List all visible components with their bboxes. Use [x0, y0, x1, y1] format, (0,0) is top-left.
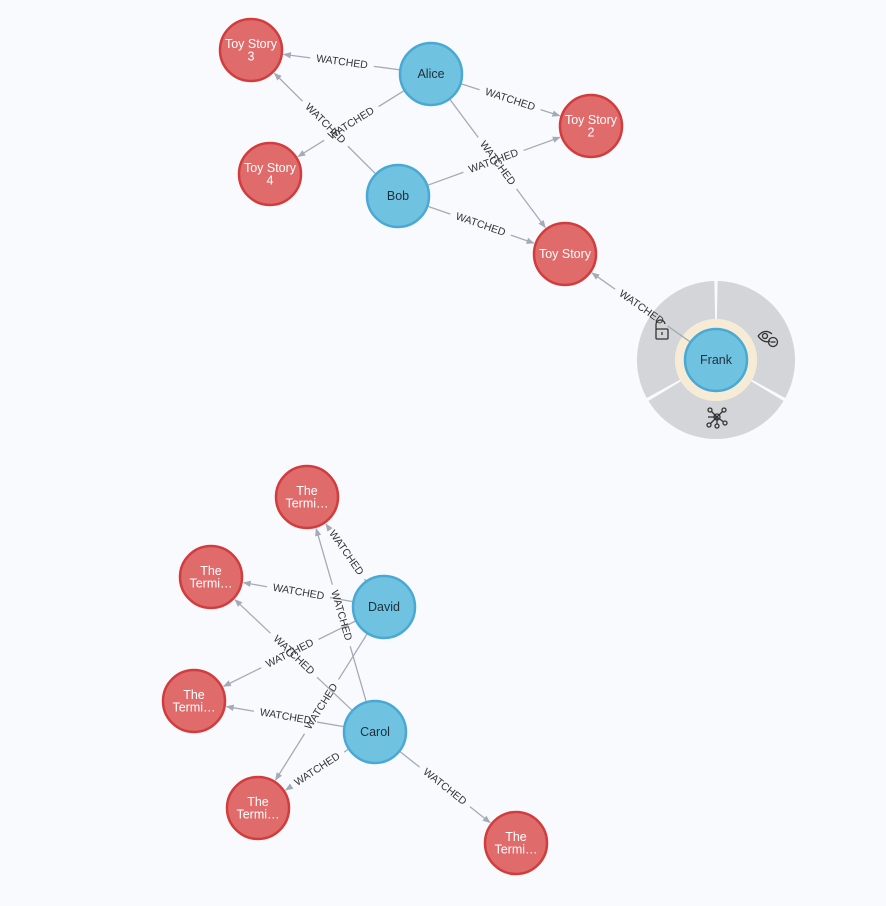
edge-label: WATCHED	[292, 750, 342, 789]
edge-line	[426, 171, 464, 187]
node-ts4[interactable]: Toy Story4	[237, 141, 303, 207]
node-t3[interactable]: TheTermi…	[161, 668, 227, 734]
edge-arrow	[515, 188, 546, 229]
edge-label: WATCHED	[421, 766, 470, 808]
edge-label: WATCHED	[328, 589, 354, 643]
edge-arrow	[510, 234, 535, 244]
node-ts3[interactable]: Toy Story3	[218, 17, 284, 83]
node-ts2[interactable]: Toy Story2	[558, 93, 624, 159]
edge-line	[378, 89, 406, 108]
edge-line	[427, 205, 451, 215]
node-david[interactable]: David	[351, 574, 417, 640]
node-frank[interactable]: Frank	[683, 327, 749, 393]
node-label: Termi…	[285, 496, 328, 510]
edge-arrow	[540, 108, 561, 117]
edge-alice-ts3[interactable]: WATCHED	[282, 52, 401, 72]
node-label: Toy Story	[539, 247, 592, 261]
edge-bob-ts1[interactable]: WATCHED	[427, 205, 535, 244]
edge-arrow	[282, 52, 311, 59]
edge-alice-ts2[interactable]: WATCHED	[460, 82, 561, 117]
edge-line	[347, 145, 377, 175]
edge-label: WATCHED	[272, 582, 326, 603]
node-label: 3	[248, 49, 255, 63]
node-label: David	[368, 600, 400, 614]
node-label: Termi…	[189, 576, 232, 590]
node-label: Termi…	[494, 842, 537, 856]
edge-label: WATCHED	[259, 706, 313, 727]
node-layer: AliceBobFrankDavidCarolToy Story3Toy Sto…	[161, 17, 749, 876]
node-label: 2	[588, 125, 595, 139]
edge-arrow	[591, 272, 616, 290]
node-label: 4	[267, 173, 274, 187]
node-t2[interactable]: TheTermi…	[178, 544, 244, 610]
edge-line	[316, 721, 345, 728]
edge-line	[349, 646, 368, 703]
node-ts1[interactable]: Toy Story	[532, 221, 598, 287]
node-carol[interactable]: Carol	[342, 699, 408, 765]
node-t4[interactable]: TheTermi…	[225, 775, 291, 841]
node-bob[interactable]: Bob	[365, 163, 431, 229]
edge-label: WATCHED	[315, 53, 368, 72]
edge-arrow	[273, 72, 303, 102]
node-label: Bob	[387, 189, 409, 203]
edge-david-t1[interactable]: WATCHED	[325, 523, 367, 582]
node-label: Alice	[417, 67, 444, 81]
node-label: Frank	[700, 353, 733, 367]
node-label: Carol	[360, 725, 390, 739]
edge-label: WATCHED	[454, 210, 507, 239]
edge-line	[398, 750, 420, 768]
edge-line	[460, 82, 480, 91]
node-label: Termi…	[172, 700, 215, 714]
edge-carol-t4[interactable]: WATCHED	[285, 748, 350, 791]
edge-bob-ts2[interactable]: WATCHED	[426, 136, 561, 187]
node-t1[interactable]: TheTermi…	[274, 464, 340, 530]
edge-arrow	[285, 783, 294, 791]
edge-carol-t2[interactable]: WATCHED	[234, 599, 353, 712]
edge-arrow	[242, 580, 268, 588]
node-alice[interactable]: Alice	[398, 41, 464, 107]
edge-arrow	[225, 704, 255, 712]
edge-label: WATCHED	[326, 528, 366, 578]
edge-arrow	[469, 806, 491, 824]
edge-alice-ts4[interactable]: WATCHED	[297, 89, 406, 158]
edge-arrow	[222, 667, 262, 687]
edge-arrow	[234, 599, 271, 634]
node-t5[interactable]: TheTermi…	[483, 810, 549, 876]
node-label: Termi…	[236, 807, 279, 821]
edge-label: WATCHED	[484, 86, 537, 114]
edge-arrow	[297, 139, 325, 158]
edge-line	[373, 65, 401, 71]
edge-line	[448, 98, 479, 138]
graph-canvas[interactable]: WATCHEDWATCHEDWATCHEDWATCHEDWATCHEDWATCH…	[0, 0, 886, 906]
edge-carol-t5[interactable]: WATCHED	[398, 750, 491, 824]
edge-arrow	[325, 523, 333, 532]
edge-arrow	[523, 136, 561, 152]
